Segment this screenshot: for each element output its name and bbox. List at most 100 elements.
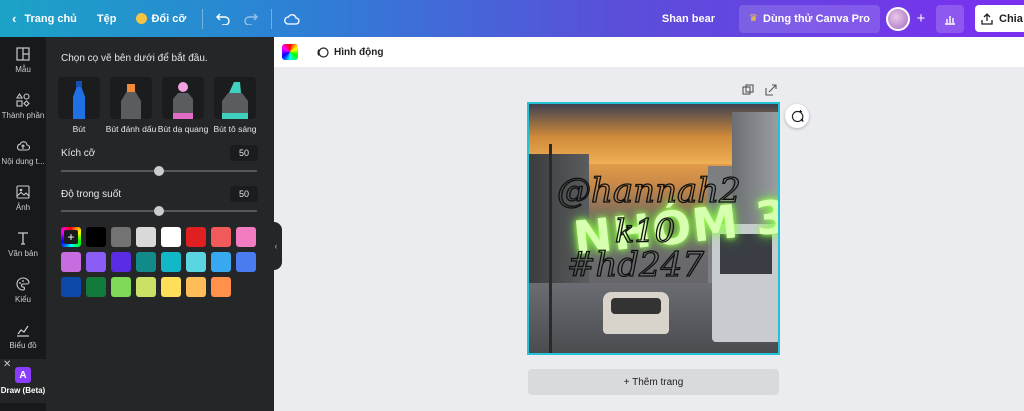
avatar[interactable] — [886, 6, 910, 31]
bar-chart-icon — [945, 15, 955, 25]
rail-item-elements[interactable]: Thành phần — [0, 83, 46, 129]
color-swatch[interactable] — [86, 277, 106, 297]
color-swatch[interactable] — [186, 252, 206, 272]
handwriting-line-1: @hannah2 — [557, 171, 741, 211]
duplicate-page-icon[interactable] — [742, 84, 754, 96]
design-page[interactable]: NHÓM 3 @hannah2 k10 #hd247 — [527, 102, 780, 355]
color-swatch[interactable] — [61, 252, 81, 272]
panel-hint: Chọn cọ vẽ bên dưới để bắt đầu. — [61, 53, 208, 64]
rail-item-photos[interactable]: Ảnh — [0, 175, 46, 221]
size-value-input[interactable]: 50 — [230, 145, 258, 161]
color-swatch[interactable] — [161, 277, 181, 297]
undo-button[interactable] — [209, 0, 237, 37]
user-name-label: Shan bear — [661, 12, 716, 25]
rail-label: Thành phần — [1, 110, 45, 120]
color-swatch[interactable] — [161, 252, 181, 272]
animate-button[interactable]: Hình động — [316, 46, 383, 59]
tool-glow-pen[interactable]: Bút dạ quang — [158, 77, 208, 134]
size-slider-thumb[interactable] — [154, 166, 164, 176]
plus-icon: + — [64, 230, 78, 244]
color-swatch[interactable] — [111, 252, 131, 272]
color-swatch[interactable] — [186, 227, 206, 247]
color-swatch[interactable] — [186, 277, 206, 297]
close-icon[interactable]: ✕ — [3, 359, 11, 370]
color-swatch[interactable] — [111, 227, 131, 247]
cloud-save-button[interactable] — [278, 0, 306, 37]
color-swatch[interactable] — [61, 277, 81, 297]
color-swatch[interactable] — [236, 252, 256, 272]
context-toolbar: Hình động — [274, 37, 1024, 67]
color-swatch[interactable] — [86, 227, 106, 247]
color-swatch[interactable] — [236, 227, 256, 247]
tool-marker[interactable]: Bút đánh dấu — [106, 77, 156, 134]
tool-label: Bút tô sáng — [213, 124, 257, 134]
pro-trial-button[interactable]: ♛ Dùng thử Canva Pro — [739, 4, 880, 33]
pro-trial-label: Dùng thử Canva Pro — [763, 12, 870, 25]
comment-add-icon — [791, 109, 804, 122]
color-swatch[interactable] — [211, 227, 231, 247]
color-swatch[interactable] — [161, 227, 181, 247]
color-swatch[interactable] — [211, 252, 231, 272]
tool-highlighter[interactable]: Bút tô sáng — [213, 77, 257, 134]
color-swatch[interactable] — [136, 252, 156, 272]
handwriting-line-3: #hd247 — [567, 245, 704, 285]
tool-label: Bút đánh dấu — [105, 124, 157, 134]
image-icon — [16, 184, 30, 199]
tool-label: Bút dạ quang — [157, 124, 209, 134]
resize-button[interactable]: Đổi cỡ — [126, 0, 196, 37]
add-color-button[interactable]: + — [61, 227, 81, 247]
brush-tools: Bút Bút đánh dấu Bút dạ quang Bút tô sán… — [58, 77, 257, 134]
rail-label: Văn bản — [8, 248, 38, 258]
pen-icon — [58, 77, 100, 119]
color-picker-button[interactable] — [282, 44, 298, 60]
collapse-panel-button[interactable]: ‹ — [270, 222, 282, 270]
redo-icon — [244, 13, 259, 25]
user-name: Shan bear — [652, 0, 725, 37]
palette-icon — [16, 276, 30, 291]
draw-panel: Chọn cọ vẽ bên dưới để bắt đầu. Bút Bút … — [46, 37, 274, 411]
color-swatches: + — [61, 227, 256, 297]
add-page-icon[interactable] — [765, 84, 777, 96]
animate-label: Hình động — [334, 46, 384, 58]
animate-icon — [317, 46, 329, 58]
color-swatch[interactable] — [136, 227, 156, 247]
redo-button[interactable] — [237, 0, 265, 37]
crown-icon: ♛ — [749, 13, 759, 24]
shapes-icon — [16, 92, 30, 107]
chevron-left-icon: ‹ — [274, 241, 278, 251]
file-label: Tệp — [96, 12, 117, 25]
rail-item-templates[interactable]: Mẫu — [0, 37, 46, 83]
highlighter-icon — [214, 77, 256, 119]
draw-icon: A — [15, 367, 31, 383]
rail-item-charts[interactable]: Biểu đồ — [0, 313, 46, 359]
crown-icon — [136, 13, 148, 24]
rail-item-styles[interactable]: Kiểu — [0, 267, 46, 313]
opacity-slider-thumb[interactable] — [154, 206, 164, 216]
size-slider[interactable] — [61, 166, 257, 176]
comment-button[interactable] — [785, 104, 809, 128]
color-swatch[interactable] — [86, 252, 106, 272]
handwriting-drawing[interactable]: @hannah2 k10 #hd247 — [529, 104, 780, 355]
rail-item-text[interactable]: Văn bản — [0, 221, 46, 267]
resize-label: Đổi cỡ — [151, 12, 187, 25]
add-member-button[interactable]: + — [910, 0, 932, 37]
rail-item-uploads[interactable]: Nội dung t... — [0, 129, 46, 175]
color-swatch[interactable] — [136, 277, 156, 297]
file-menu-button[interactable]: Tệp — [87, 0, 127, 37]
cloud-icon — [284, 13, 300, 25]
add-page-button[interactable]: + Thêm trang — [528, 369, 779, 395]
opacity-value-input[interactable]: 50 — [230, 186, 258, 202]
opacity-slider[interactable] — [61, 206, 257, 216]
home-button[interactable]: ‹ Trang chủ — [0, 0, 87, 37]
rail-label: Mẫu — [15, 64, 31, 74]
glow-pen-icon — [162, 77, 204, 119]
insights-button[interactable] — [936, 4, 964, 33]
text-icon — [18, 231, 28, 245]
share-button[interactable]: Chia s — [975, 5, 1024, 32]
color-swatch[interactable] — [111, 277, 131, 297]
rail-label: Biểu đồ — [9, 340, 37, 350]
color-swatch[interactable] — [211, 277, 231, 297]
layout-icon — [16, 46, 30, 61]
tool-pen[interactable]: Bút — [58, 77, 100, 134]
plus-icon: + — [916, 10, 926, 27]
